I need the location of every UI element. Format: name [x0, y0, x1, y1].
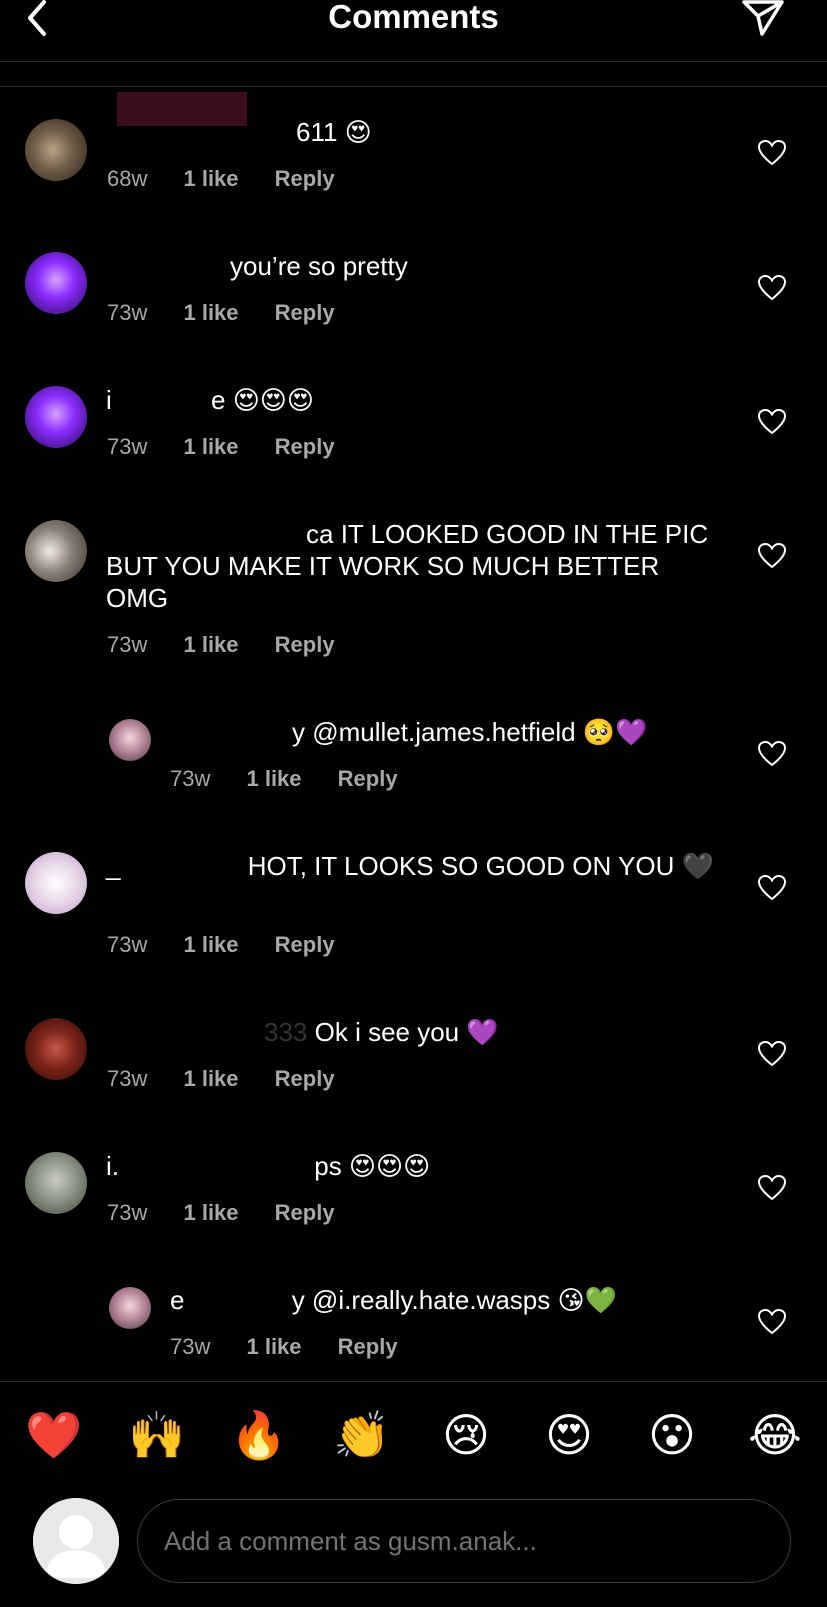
comment-meta: 73w 1 like Reply	[107, 300, 365, 326]
comment-age: 73w	[107, 434, 148, 459]
avatar[interactable]	[25, 1152, 87, 1214]
emoji-fire[interactable]: 🔥	[229, 1405, 289, 1465]
like-heart-icon[interactable]	[758, 1309, 786, 1335]
comment-username[interactable]: 333	[264, 1017, 307, 1047]
comment-meta: 73w 1 like Reply	[107, 632, 365, 658]
emoji-cry[interactable]: 😢	[436, 1405, 496, 1465]
comment-likes[interactable]: 1 like	[183, 166, 238, 191]
like-heart-icon[interactable]	[758, 1041, 786, 1067]
comment-body: e 😍😍😍	[211, 385, 315, 415]
comment-username[interactable]: y	[292, 717, 305, 747]
comment-age: 73w	[107, 1066, 148, 1091]
user-avatar[interactable]	[33, 1498, 119, 1584]
comment-body: 611 😍	[296, 117, 372, 147]
comment-username[interactable]: i	[106, 385, 112, 415]
comment-age: 73w	[107, 300, 148, 325]
avatar[interactable]	[25, 252, 87, 314]
caption-divider	[0, 86, 827, 87]
emoji-surprised[interactable]: 😮	[642, 1405, 702, 1465]
comment-meta: 73w 1 like Reply	[170, 1334, 428, 1360]
comment-text: _ HOT, IT LOOKS SO GOOD ON YOU 🖤	[106, 850, 726, 882]
like-heart-icon[interactable]	[758, 409, 786, 435]
comment-text: i e 😍😍😍	[106, 384, 726, 416]
header: Comments	[0, 0, 827, 62]
emoji-heart[interactable]: ❤️	[24, 1405, 84, 1465]
comment-meta: 73w 1 like Reply	[107, 434, 365, 460]
avatar[interactable]	[109, 1287, 151, 1329]
comment-age: 73w	[170, 1334, 211, 1359]
comment-likes[interactable]: 1 like	[183, 1200, 238, 1225]
avatar[interactable]	[25, 1018, 87, 1080]
comment-body: @mullet.james.hetfield 🥺💜	[312, 717, 648, 747]
comment-username[interactable]: e	[170, 1285, 184, 1315]
comment-text: 611 😍	[106, 116, 726, 148]
send-icon[interactable]	[740, 0, 786, 38]
comment-body: y @i.really.hate.wasps 😘💚	[291, 1285, 617, 1315]
composer-divider	[0, 1381, 827, 1382]
like-heart-icon[interactable]	[758, 275, 786, 301]
avatar[interactable]	[25, 119, 87, 181]
emoji-raised-hands[interactable]: 🙌	[127, 1405, 187, 1465]
comment-likes[interactable]: 1 like	[183, 632, 238, 657]
default-avatar-icon	[33, 1498, 119, 1584]
like-heart-icon[interactable]	[758, 140, 786, 166]
comment-age: 68w	[107, 166, 148, 191]
comment-meta: 73w 1 like Reply	[107, 1200, 365, 1226]
comment-input-container	[137, 1499, 791, 1583]
comment-likes[interactable]: 1 like	[183, 434, 238, 459]
emoji-quick-bar: ❤️ 🙌 🔥 👏 😢 😍 😮 😂	[0, 1405, 827, 1465]
avatar[interactable]	[109, 719, 151, 761]
reply-button[interactable]: Reply	[275, 300, 335, 325]
like-heart-icon[interactable]	[758, 875, 786, 901]
reply-button[interactable]: Reply	[338, 1334, 398, 1359]
comment-meta: 73w 1 like Reply	[107, 1066, 365, 1092]
avatar[interactable]	[25, 520, 87, 582]
comment-body: Ok i see you 💜	[314, 1017, 499, 1047]
comment-likes[interactable]: 1 like	[183, 932, 238, 957]
comment-username[interactable]: ca	[306, 519, 333, 549]
emoji-joy[interactable]: 😂	[745, 1405, 805, 1465]
comment-username[interactable]: i.	[106, 1151, 119, 1181]
comment-meta: 73w 1 like Reply	[170, 766, 428, 792]
comment-age: 73w	[170, 766, 211, 791]
reply-button[interactable]: Reply	[275, 434, 335, 459]
comment-text: ca IT LOOKED GOOD IN THE PIC BUT YOU MAK…	[106, 518, 716, 614]
comment-age: 73w	[107, 932, 148, 957]
comment-body: you’re so pretty	[230, 251, 408, 281]
reply-button[interactable]: Reply	[275, 1066, 335, 1091]
comment-text: you’re so pretty	[106, 250, 726, 282]
reply-button[interactable]: Reply	[338, 766, 398, 791]
comment-likes[interactable]: 1 like	[183, 300, 238, 325]
reply-button[interactable]: Reply	[275, 166, 335, 191]
comment-text: i. ps 😍😍😍	[106, 1150, 726, 1182]
avatar[interactable]	[25, 386, 87, 448]
emoji-clap[interactable]: 👏	[332, 1405, 392, 1465]
comment-meta: 73w 1 like Reply	[107, 932, 365, 958]
comment-body: ps 😍😍😍	[314, 1151, 431, 1181]
like-heart-icon[interactable]	[758, 1175, 786, 1201]
comment-input[interactable]	[162, 1500, 756, 1582]
header-divider	[0, 61, 827, 62]
comment-likes[interactable]: 1 like	[183, 1066, 238, 1091]
comment-body: IT LOOKED GOOD IN THE PIC BUT YOU MAKE I…	[106, 519, 709, 613]
comment-username[interactable]: _	[106, 851, 120, 881]
comment-age: 73w	[107, 632, 148, 657]
comment-text: e y @i.really.hate.wasps 😘💚	[170, 1284, 730, 1316]
comment-age: 73w	[107, 1200, 148, 1225]
comment-text: y @mullet.james.hetfield 🥺💜	[170, 716, 730, 748]
avatar[interactable]	[25, 852, 87, 914]
comment-meta: 68w 1 like Reply	[107, 166, 365, 192]
emoji-heart-eyes[interactable]: 😍	[539, 1405, 599, 1465]
reply-button[interactable]: Reply	[275, 932, 335, 957]
reply-button[interactable]: Reply	[275, 1200, 335, 1225]
reply-button[interactable]: Reply	[275, 632, 335, 657]
like-heart-icon[interactable]	[758, 543, 786, 569]
comment-likes[interactable]: 1 like	[246, 766, 301, 791]
page-title: Comments	[328, 0, 499, 35]
like-heart-icon[interactable]	[758, 741, 786, 767]
comment-body: HOT, IT LOOKS SO GOOD ON YOU 🖤	[247, 851, 714, 881]
comment-text: 333 Ok i see you 💜	[106, 1016, 726, 1048]
comment-likes[interactable]: 1 like	[246, 1334, 301, 1359]
